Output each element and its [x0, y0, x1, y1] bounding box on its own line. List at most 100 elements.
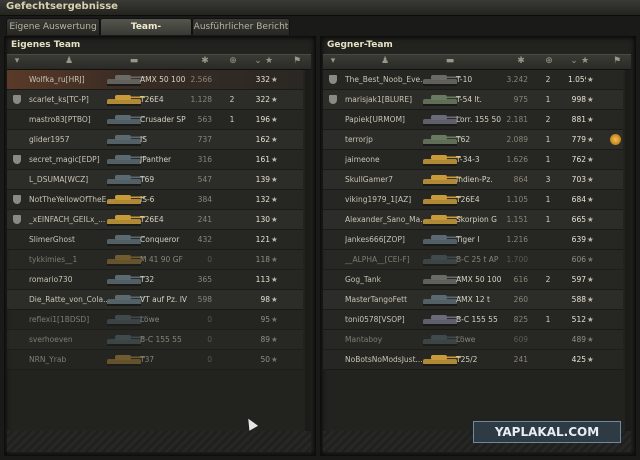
player-column-icon[interactable]: ♟ — [63, 56, 75, 67]
kills-value — [228, 70, 236, 89]
player-row[interactable]: romario730 T32 365 113 ★ — [7, 270, 303, 290]
enemy-team-scrollbar[interactable] — [625, 70, 631, 432]
damage-value: 1.626 — [506, 155, 528, 164]
player-row[interactable]: NotTheYellowOfTheE... IS-6 384 132 ★ — [7, 190, 303, 210]
player-row[interactable]: glider1957 IS 737 162 ★ — [7, 130, 303, 150]
star-icon: ★ — [271, 355, 278, 364]
player-row[interactable]: __ALPHA__[CEI-F] B-C 25 t AP 1.700 606 ★ — [323, 250, 623, 270]
kills-value — [228, 150, 236, 169]
star-icon: ★ — [271, 255, 278, 264]
shield-icon — [329, 95, 337, 104]
player-row[interactable]: NoBotsNoModsJust... T25/2 241 425 ★ — [323, 350, 623, 370]
tank-column-icon[interactable]: ▬ — [125, 56, 143, 67]
xp-value: 95 — [260, 315, 270, 324]
star-icon: ★ — [587, 215, 594, 224]
tank-column-icon[interactable]: ▬ — [441, 56, 459, 67]
xp-value: 50 — [260, 355, 270, 364]
damage-value: 864 — [513, 175, 528, 184]
own-team-scrollbar[interactable] — [305, 70, 311, 432]
xp-value: 665 — [571, 215, 586, 224]
player-row[interactable]: Wolfka_ru[HRJ] AMX 50 100 2.566 332 ★ — [7, 70, 303, 90]
xp-value: 639 — [571, 235, 586, 244]
kills-value — [228, 170, 236, 189]
star-icon: ★ — [271, 315, 278, 324]
kills-value — [544, 330, 552, 349]
xp-value: 684 — [571, 195, 586, 204]
star-icon: ★ — [587, 195, 594, 204]
kills-column-icon[interactable]: ⊕ — [543, 56, 555, 67]
xp-column-icon[interactable]: ★ — [579, 56, 591, 67]
status-column-icon[interactable]: ⚑ — [291, 56, 303, 67]
clan-column-icon[interactable]: ▾ — [11, 56, 23, 67]
player-row[interactable]: L_DSUMA[WCZ] T69 547 139 ★ — [7, 170, 303, 190]
kills-value — [228, 130, 236, 149]
player-row[interactable]: Jankes666[ZOP] Tiger I 1.216 639 ★ — [323, 230, 623, 250]
tab-ausfuehrlicher-bericht[interactable]: Ausführlicher Bericht — [192, 18, 290, 35]
player-row[interactable]: SkullGamer7 Indien-Pz. 864 3 703 ★ — [323, 170, 623, 190]
xp-value: 121 — [255, 235, 270, 244]
star-icon: ★ — [271, 135, 278, 144]
xp-value: 322 — [255, 95, 270, 104]
star-icon: ★ — [587, 155, 594, 164]
player-row[interactable]: _xEINFACH_GEILx_... T26E4 241 130 ★ — [7, 210, 303, 230]
kills-value — [544, 350, 552, 369]
player-row[interactable]: viking1979_1[AZ] T26E4 1.105 1 684 ★ — [323, 190, 623, 210]
kills-value: 2 — [545, 275, 551, 284]
xp-value: 588 — [571, 295, 586, 304]
xp-value: 489 — [571, 335, 586, 344]
kills-value — [228, 350, 236, 369]
star-icon: ★ — [271, 215, 278, 224]
player-row[interactable]: secret_magic[EDP] JPanther 316 161 ★ — [7, 150, 303, 170]
own-team-header: ▾ ♟ ▬ ✱ ⊕ ⌄ ★ ⚑ — [7, 54, 311, 70]
player-row[interactable]: Mantaboy Löwe 609 489 ★ — [323, 330, 623, 350]
xp-value: 130 — [255, 215, 270, 224]
tab-eigene-auswertung[interactable]: Eigene Auswertung — [6, 18, 100, 35]
player-row[interactable]: toni0578[VSOP] B-C 155 55 825 1 512 ★ — [323, 310, 623, 330]
damage-value: 3.242 — [506, 75, 528, 84]
player-row[interactable]: Alexander_Sano_Ma... Skorpion G 1.151 1 665 ★ — [323, 210, 623, 230]
star-icon: ★ — [271, 155, 278, 164]
player-row[interactable]: Gog_Tank AMX 50 100 616 2 597 ★ — [323, 270, 623, 290]
enemy-team-panel: Gegner-Team ▾ ♟ ▬ ✱ ⊕ ⌄ ★ ⚑ The_Best_Noo… — [320, 36, 636, 456]
damage-value: 0 — [207, 335, 212, 344]
kills-value: 3 — [545, 175, 551, 184]
kills-column-icon[interactable]: ⊕ — [227, 56, 239, 67]
player-row[interactable]: mastro83[PTBO] Crusader SP 563 1 196 ★ — [7, 110, 303, 130]
player-row[interactable]: tykkimies__1 M 41 90 GF 0 118 ★ — [7, 250, 303, 270]
shield-icon — [13, 215, 21, 224]
kills-value: 1 — [545, 195, 551, 204]
damage-value: 1.700 — [506, 255, 528, 264]
star-icon: ★ — [587, 75, 594, 84]
player-row[interactable]: marisjak1[BLURE] T-54 lt. 975 1 998 ★ — [323, 90, 623, 110]
player-row[interactable]: SlimerGhost Conqueror 432 121 ★ — [7, 230, 303, 250]
player-row[interactable]: sverhoeven B-C 155 55 0 89 ★ — [7, 330, 303, 350]
player-row[interactable]: Die_Ratte_von_Cola... VT auf Pz. IV 598 98 ★ — [7, 290, 303, 310]
player-column-icon[interactable]: ♟ — [379, 56, 391, 67]
clan-column-icon[interactable]: ▾ — [327, 56, 339, 67]
damage-column-icon[interactable]: ✱ — [515, 56, 527, 67]
damage-column-icon[interactable]: ✱ — [199, 56, 211, 67]
damage-value: 2.089 — [506, 135, 528, 144]
player-row[interactable]: MasterTangoFett AMX 12 t 260 588 ★ — [323, 290, 623, 310]
medal-icon — [610, 134, 621, 145]
xp-value: 779 — [571, 135, 586, 144]
player-row[interactable]: NRN_Yrab T37 0 50 ★ — [7, 350, 303, 370]
kills-value — [544, 290, 552, 309]
star-icon: ★ — [587, 235, 594, 244]
shield-icon — [329, 75, 337, 84]
player-row[interactable]: The_Best_Noob_Eve...T-103.24221.059★ — [323, 70, 623, 90]
damage-value: 825 — [513, 315, 528, 324]
tab-team-auswertung[interactable]: Team-Auswertung — [100, 18, 192, 48]
xp-column-icon[interactable]: ★ — [263, 56, 275, 67]
player-row[interactable]: Papiek[URMOM] Lorr. 155 50 2.181 2 881 ★ — [323, 110, 623, 130]
xp-value: 162 — [255, 135, 270, 144]
player-row[interactable]: reflexi1[1BDSD] Löwe 0 95 ★ — [7, 310, 303, 330]
damage-value: 241 — [513, 355, 528, 364]
star-icon: ★ — [587, 335, 594, 344]
status-column-icon[interactable]: ⚑ — [611, 56, 623, 67]
player-row[interactable]: terrorjp T62 2.089 1 779 ★ — [323, 130, 623, 150]
player-row[interactable]: scarlet_ks[TC-P] T26E4 1.128 2 322 ★ — [7, 90, 303, 110]
damage-value: 0 — [207, 315, 212, 324]
star-icon: ★ — [587, 115, 594, 124]
player-row[interactable]: jaimeone T-34-3 1.626 1 762 ★ — [323, 150, 623, 170]
